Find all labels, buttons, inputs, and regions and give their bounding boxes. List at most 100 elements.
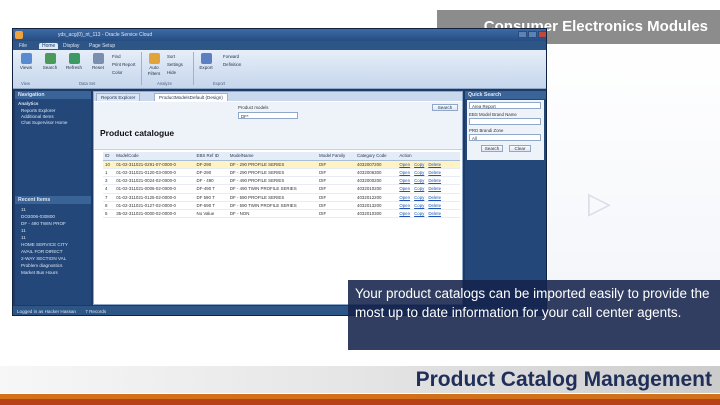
auto-filters-button[interactable]: Auto Filters: [145, 53, 163, 76]
settings-button[interactable]: Settings: [167, 62, 183, 67]
minimize-button[interactable]: [518, 31, 527, 38]
product-models-input[interactable]: DF*: [238, 112, 298, 119]
table-cell: 4032007200: [355, 160, 398, 169]
table-cell: DF - 590 PROFILE SERIES: [227, 193, 318, 202]
quick-search-body: Area Report EBS Model Brand Name PRD Bra…: [467, 100, 544, 160]
ribbon-separator: [141, 52, 142, 85]
reset-button[interactable]: Reset: [89, 53, 107, 71]
table-cell: 35-02-311021-0000-02-0000-0: [114, 209, 195, 219]
action-link-delete[interactable]: Delete: [428, 203, 441, 208]
find-button[interactable]: Find: [112, 54, 121, 59]
nav-item-reports-explorer[interactable]: Reports Explorer: [21, 108, 55, 114]
action-link-copy[interactable]: Copy: [414, 178, 424, 183]
action-link-delete[interactable]: Delete: [428, 178, 441, 183]
column-header[interactable]: ModelCode: [114, 152, 195, 161]
forward-button[interactable]: Forward: [223, 54, 239, 59]
column-header[interactable]: ID: [103, 152, 115, 161]
action-link-copy[interactable]: Copy: [414, 211, 424, 216]
search-ribbon-button[interactable]: Search: [41, 53, 59, 71]
action-link-delete[interactable]: Delete: [428, 170, 441, 175]
table-row[interactable]: 5 35-02-311021-0000-02-0000-0 No Value DF -…: [103, 209, 460, 219]
table-cell: DIF: [317, 193, 356, 202]
print-report-button[interactable]: Print Report: [112, 62, 135, 67]
table-header-row: ID ModelCode EBS Ref ID ModelName Model …: [103, 152, 460, 161]
sort-button[interactable]: Sort: [167, 54, 175, 59]
nav-section-analytics[interactable]: Analytics: [18, 101, 38, 107]
menu-display[interactable]: Display: [63, 43, 79, 49]
recent-item[interactable]: DF - 490 TWIN PROF: [21, 221, 66, 227]
action-link-copy[interactable]: Copy: [414, 170, 424, 175]
filter-icon: [148, 53, 160, 64]
action-cell: Open Copy Delete: [397, 193, 460, 202]
tab-reports-explorer[interactable]: Reports Explorer: [96, 93, 141, 101]
action-link-open[interactable]: Open: [399, 186, 410, 191]
table-row[interactable]: 1 01-02-311021-0120-03-0000-0 DF-290 DF - 2…: [103, 168, 460, 178]
brand-name-input[interactable]: [469, 118, 541, 125]
menu-file[interactable]: File: [19, 43, 27, 49]
action-link-copy[interactable]: Copy: [414, 203, 424, 208]
export-icon: [200, 53, 212, 64]
search-button[interactable]: Search: [432, 104, 458, 111]
nav-item-additional-items[interactable]: Additional Items: [21, 114, 54, 120]
tab-product-models-design[interactable]: ProductModelsDefault (Design): [154, 93, 228, 101]
maximize-button[interactable]: [528, 31, 537, 38]
table-cell: No Value: [194, 209, 228, 219]
hide-button[interactable]: Hide: [167, 70, 176, 75]
action-link-open[interactable]: Open: [399, 211, 410, 216]
views-button[interactable]: Views: [17, 53, 35, 71]
action-link-open[interactable]: Open: [399, 162, 410, 167]
action-link-open[interactable]: Open: [399, 195, 410, 200]
recent-item[interactable]: DO2006-030800: [21, 214, 55, 220]
table-row[interactable]: 4 01-02-311021-0006-02-0000-0 DF-490 T DF -…: [103, 184, 460, 194]
menu-home[interactable]: Home: [39, 42, 59, 49]
refresh-button[interactable]: Refresh: [65, 53, 83, 71]
views-icon: [20, 53, 32, 64]
quick-search-button[interactable]: Search: [481, 145, 503, 152]
status-records: 7 Records: [85, 309, 107, 314]
quick-clear-button[interactable]: Clear: [509, 145, 531, 152]
definition-button[interactable]: Definition: [223, 62, 241, 67]
table-cell: 4032010200: [355, 184, 398, 194]
table-row[interactable]: 10 01-02-311021-0291-07-0000-0 DF-290 DF - …: [103, 160, 460, 169]
recent-item[interactable]: AVAIL FOR DIRECT: [21, 249, 63, 255]
export-button[interactable]: Export: [197, 53, 215, 71]
action-link-copy[interactable]: Copy: [414, 186, 424, 191]
column-header[interactable]: EBS Ref ID: [194, 152, 228, 161]
table-row[interactable]: 3 01-02-311021-0024-02-0000-0 DF - 490 DF -…: [103, 176, 460, 186]
recent-item[interactable]: 11: [21, 235, 26, 241]
action-link-delete[interactable]: Delete: [428, 162, 441, 167]
table-cell: 01-02-311021-0120-03-0000-0: [114, 168, 195, 178]
close-button[interactable]: [538, 31, 546, 38]
action-link-delete[interactable]: Delete: [428, 186, 441, 191]
color-button[interactable]: Color: [112, 70, 123, 75]
table-cell: DF-490 T: [194, 184, 228, 194]
quick-search-pane: Quick Search Area Report EBS Model Brand…: [465, 91, 546, 305]
column-header[interactable]: Action: [397, 152, 460, 161]
column-header[interactable]: Model Family: [317, 152, 356, 161]
table-row[interactable]: 8 01-02-311021-0127-02-0000-0 DF-590 T DF -…: [103, 201, 460, 211]
catalogue-title: Product catalogue: [100, 128, 175, 138]
action-link-copy[interactable]: Copy: [414, 195, 424, 200]
report-type-select[interactable]: Area Report: [469, 102, 541, 109]
table-cell: DIF: [317, 160, 356, 169]
recent-item[interactable]: Market Bus Hours: [21, 270, 58, 276]
recent-item[interactable]: 11: [21, 228, 26, 234]
column-header[interactable]: Category Code: [355, 152, 398, 161]
action-link-open[interactable]: Open: [399, 178, 410, 183]
action-cell: Open Copy Delete: [397, 209, 460, 219]
recent-item[interactable]: 2-WAY SECTION VAL: [21, 256, 66, 262]
quick-search-header: Quick Search: [465, 91, 546, 99]
recent-item[interactable]: 11: [21, 207, 26, 213]
action-link-open[interactable]: Open: [399, 203, 410, 208]
action-link-delete[interactable]: Delete: [428, 211, 441, 216]
column-header[interactable]: ModelName: [227, 152, 318, 161]
table-row[interactable]: 7 01-02-311021-0125-02-0000-0 DF 590 T DF -…: [103, 193, 460, 202]
recent-item[interactable]: Problem diagnostics: [21, 263, 62, 269]
action-link-open[interactable]: Open: [399, 170, 410, 175]
menu-page-setup[interactable]: Page Setup: [89, 43, 115, 49]
recent-item[interactable]: HOME SERVICE CITY: [21, 242, 68, 248]
action-link-delete[interactable]: Delete: [428, 195, 441, 200]
nav-item-chat-supervisor[interactable]: Chat Supervisor Home: [21, 120, 67, 126]
action-link-copy[interactable]: Copy: [414, 162, 424, 167]
brand-zone-select[interactable]: All: [469, 134, 541, 141]
